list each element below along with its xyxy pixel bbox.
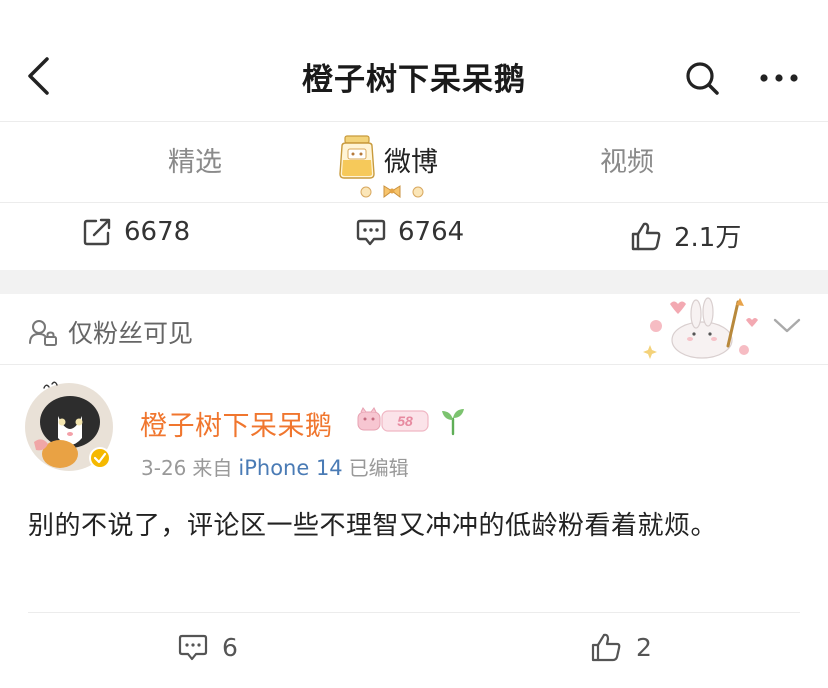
post-stats-bar: 6678 6764 2.1万 [0, 203, 828, 269]
post-like-button[interactable]: 2 [590, 632, 652, 662]
lock-people-icon [29, 320, 57, 346]
repost-icon [83, 218, 111, 246]
section-separator [0, 270, 828, 294]
post-meta: 3-26 来自 iPhone 14 已编辑 [141, 452, 409, 481]
verified-badge-icon [91, 449, 109, 467]
post-like-count: 2 [636, 632, 652, 662]
post-comment-button[interactable]: 6 [178, 632, 238, 662]
chevron-down-icon[interactable] [772, 316, 802, 336]
repost-count: 6678 [124, 217, 191, 247]
avatar[interactable] [24, 381, 114, 472]
tab-weibo[interactable]: 微博 [384, 140, 438, 179]
level-badge-icon: 58 [357, 407, 429, 432]
comment-icon [178, 634, 208, 661]
comment-button[interactable]: 6764 [356, 217, 464, 247]
tab-featured[interactable]: 精选 [168, 140, 222, 179]
post-card: 橙子树下呆呆鹅 58 3-26 来自 iPhone 14 已编辑 别的不说了，评论… [0, 364, 828, 688]
post-username[interactable]: 橙子树下呆呆鹅 [140, 404, 333, 443]
post-divider [28, 612, 800, 613]
post-body: 别的不说了，评论区一些不理智又冲冲的低龄粉看着就烦。 [28, 511, 718, 541]
more-dots-icon [760, 74, 798, 82]
like-count: 2.1万 [674, 223, 742, 253]
visibility-label: 仅粉丝可见 [28, 314, 193, 350]
bunny-decoration-icon [643, 297, 758, 359]
nav-header: 橙子树下呆呆鹅 [0, 0, 828, 120]
bow-decoration-icon [360, 185, 424, 198]
thumbs-up-icon [591, 633, 621, 662]
comment-icon [356, 219, 386, 246]
post-source-prefix: 来自 [192, 456, 233, 480]
repost-button[interactable]: 6678 [82, 217, 190, 247]
like-button[interactable]: 2.1万 [630, 217, 741, 254]
thumbs-up-icon [631, 222, 661, 250]
comment-count: 6764 [398, 217, 465, 247]
sprout-icon [442, 409, 464, 436]
visibility-text: 仅粉丝可见 [68, 319, 194, 348]
honey-jar-icon [339, 135, 375, 179]
level-text: 58 [397, 413, 413, 429]
tab-video[interactable]: 视频 [600, 140, 654, 179]
search-icon [686, 62, 719, 95]
post-device[interactable]: iPhone 14 [238, 456, 342, 480]
visibility-row: 仅粉丝可见 [0, 294, 828, 364]
more-button[interactable] [754, 56, 804, 100]
post-comment-count: 6 [222, 632, 238, 662]
post-edited: 已编辑 [348, 456, 409, 480]
post-date: 3-26 [141, 456, 187, 480]
search-button[interactable] [680, 56, 724, 100]
